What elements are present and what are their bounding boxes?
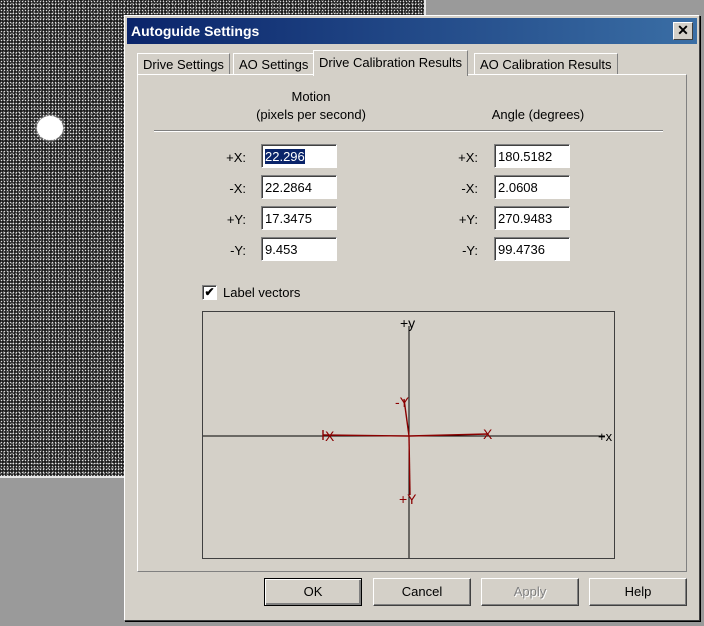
axis-x-label: +x [598, 429, 613, 444]
angle-minus-x-field[interactable]: 2.0608 [494, 175, 570, 199]
close-icon[interactable]: ✕ [673, 22, 693, 40]
label-vectors-label[interactable]: Label vectors [223, 285, 300, 300]
motion-header-line1: Motion [291, 89, 331, 104]
motion-minus-x-field[interactable]: 22.2864 [261, 175, 337, 199]
vector-plot-svg: +x +y X X +Y -Y [203, 315, 613, 558]
tab-ao-calibration-results[interactable]: AO Calibration Results [474, 53, 618, 75]
cancel-button[interactable]: Cancel [373, 578, 471, 606]
motion-plus-x-label: +X: [226, 150, 246, 165]
motion-plus-y-field[interactable]: 17.3475 [261, 206, 337, 230]
help-button[interactable]: Help [589, 578, 687, 606]
guide-star [37, 116, 63, 140]
apply-button[interactable]: Apply [481, 578, 579, 606]
header-separator [154, 130, 663, 132]
title-bar[interactable]: Autoguide Settings ✕ [127, 18, 697, 44]
motion-minus-y-label: -Y: [230, 243, 246, 258]
tab-drive-settings[interactable]: Drive Settings [137, 53, 230, 75]
vector-minus-x [322, 434, 410, 437]
motion-minus-x-label: -X: [229, 181, 246, 196]
tab-drive-calibration-results[interactable]: Drive Calibration Results [313, 50, 469, 76]
calibration-vector-plot: +x +y X X +Y -Y [202, 311, 615, 559]
motion-minus-y-field[interactable]: 9.453 [261, 237, 337, 261]
angle-plus-y-field[interactable]: 270.9483 [494, 206, 570, 230]
window-title: Autoguide Settings [131, 23, 260, 39]
motion-header-line2: (pixels per second) [256, 107, 366, 122]
axis-y-label: +y [400, 315, 415, 331]
motion-header: Motion (pixels per second) [246, 88, 376, 124]
motion-plus-x-field[interactable]: 22.296 [261, 144, 337, 168]
tab-ao-settings[interactable]: AO Settings [233, 53, 315, 75]
motion-plus-x-value: 22.296 [265, 149, 305, 164]
autoguide-settings-dialog: Autoguide Settings ✕ Drive Settings AO S… [124, 15, 700, 621]
label-plus-x: X [483, 426, 493, 442]
angle-plus-x-label: +X: [458, 150, 478, 165]
angle-plus-x-field[interactable]: 180.5182 [494, 144, 570, 168]
angle-minus-y-label: -Y: [462, 243, 478, 258]
label-vectors-checkbox[interactable]: ✔ [202, 285, 217, 300]
angle-minus-y-field[interactable]: 99.4736 [494, 237, 570, 261]
angle-plus-y-label: +Y: [458, 212, 478, 227]
label-minus-x: X [325, 428, 335, 444]
label-plus-y: +Y [399, 491, 417, 507]
ok-button[interactable]: OK [264, 578, 362, 606]
angle-minus-x-label: -X: [461, 181, 478, 196]
vector-plus-y [408, 435, 411, 496]
calibration-results-panel: Motion (pixels per second) Angle (degree… [137, 74, 687, 572]
motion-plus-y-label: +Y: [226, 212, 246, 227]
label-minus-y: -Y [395, 394, 410, 410]
angle-header: Angle (degrees) [491, 107, 585, 122]
